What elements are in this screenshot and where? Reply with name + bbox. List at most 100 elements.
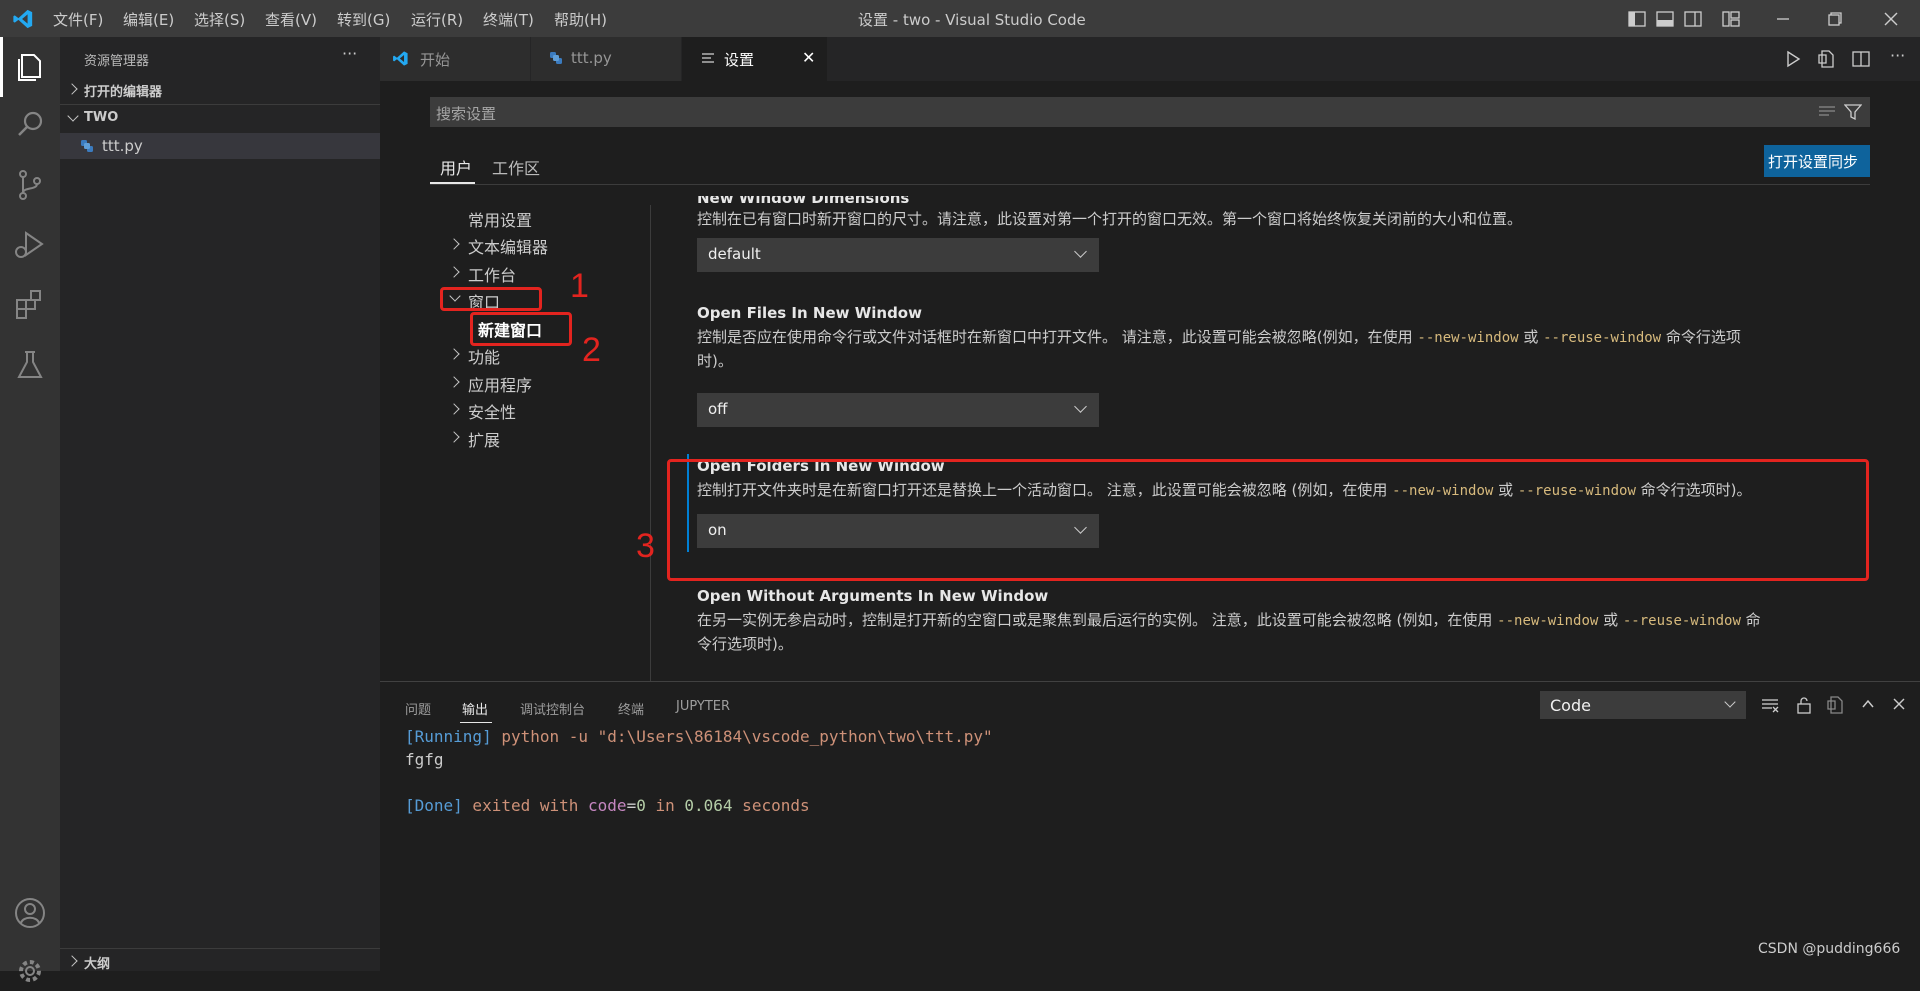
tab-ttt-py[interactable]: ttt.py <box>531 37 682 81</box>
toggle-secondary-sidebar-icon[interactable] <box>1684 10 1702 28</box>
clear-output-icon[interactable] <box>1761 697 1779 713</box>
open-settings-json-icon[interactable] <box>1818 50 1836 68</box>
code-new-window: --new-window <box>1497 613 1599 629</box>
menu-view[interactable]: 查看(V) <box>265 9 317 30</box>
output-tab-underline <box>460 722 492 723</box>
setting-title: New Window Dimensions <box>697 196 910 207</box>
panel-tab-problems[interactable]: 问题 <box>405 699 431 718</box>
chevron-down-icon <box>1074 400 1087 413</box>
minimize-icon[interactable] <box>1774 10 1792 28</box>
new-window-dimensions-select[interactable]: default <box>697 238 1099 272</box>
annotation-box-3 <box>667 459 1869 581</box>
open-settings-sync-button[interactable]: 打开设置同步 <box>1764 145 1870 177</box>
split-editor-icon[interactable] <box>1852 50 1870 68</box>
command-text: python -u "d:\Users\86184\vscode_python\… <box>491 727 993 746</box>
menu-selection[interactable]: 选择(S) <box>194 9 245 30</box>
lock-scroll-icon[interactable] <box>1796 696 1812 714</box>
menu-help[interactable]: 帮助(H) <box>554 9 607 30</box>
accounts-icon[interactable] <box>10 893 50 933</box>
toc-application[interactable]: 应用程序 <box>468 372 532 396</box>
close-tab-icon[interactable]: ✕ <box>802 48 815 67</box>
menu-terminal[interactable]: 终端(T) <box>483 9 534 30</box>
desc-text: 命令行选项 <box>1661 328 1741 346</box>
python-file-icon <box>550 52 562 64</box>
tab-label: 开始 <box>420 51 451 69</box>
chevron-right-icon <box>448 266 460 278</box>
source-control-icon[interactable] <box>10 165 50 205</box>
desc-text: 时)。 <box>697 352 733 370</box>
running-tag: [Running] <box>405 727 492 746</box>
close-panel-icon[interactable] <box>1893 698 1905 710</box>
annotation-box-1 <box>440 287 542 311</box>
panel-tab-terminal[interactable]: 终端 <box>618 699 644 718</box>
annotation-number-1: 1 <box>570 267 589 305</box>
toc-text-editor[interactable]: 文本编辑器 <box>468 234 548 258</box>
extensions-icon[interactable] <box>10 285 50 325</box>
panel-tab-output[interactable]: 输出 <box>462 699 488 718</box>
close-window-icon[interactable] <box>1882 10 1900 28</box>
menu-file[interactable]: 文件(F) <box>53 9 103 30</box>
sync-button-label: 打开设置同步 <box>1768 153 1859 171</box>
annotation-number-2: 2 <box>582 331 601 369</box>
restore-icon[interactable] <box>1826 10 1844 28</box>
folder-two-section[interactable]: TWO <box>60 106 380 130</box>
desc-text: 控制是否应在使用命令行或文件对话框时在新窗口中打开文件。 请注意，此设置可能会被… <box>697 328 1418 346</box>
vscode-logo-icon <box>393 51 408 66</box>
python-file-icon <box>81 140 93 152</box>
run-debug-icon[interactable] <box>10 225 50 265</box>
panel-tab-jupyter[interactable]: JUPYTER <box>676 699 730 714</box>
setting-title: Open Without Arguments In New Window <box>697 587 1049 605</box>
more-actions-icon[interactable]: ··· <box>342 44 357 63</box>
menu-edit[interactable]: 编辑(E) <box>123 9 174 30</box>
settings-editor: 搜索设置 用户 工作区 打开设置同步 常用设置 文本编辑器 工作台 窗口 新建窗… <box>380 81 1920 681</box>
explorer-icon[interactable] <box>10 47 50 87</box>
chevron-right-icon <box>448 348 460 360</box>
output-channel-select[interactable]: Code <box>1540 691 1746 719</box>
file-ttt-py[interactable]: ttt.py <box>60 133 380 159</box>
outline-section[interactable]: 大纲 <box>60 950 380 972</box>
run-play-icon[interactable] <box>1784 50 1802 68</box>
more-actions-icon[interactable]: ··· <box>1890 46 1905 65</box>
menu-run[interactable]: 运行(R) <box>411 9 463 30</box>
settings-list: New Window Dimensions 控制在已有窗口时新开窗口的尺寸。请注… <box>651 196 1920 681</box>
setting-description: 在另一实例无参启动时，控制是打开新的空窗口或是聚焦到最后运行的实例。 注意，此设… <box>697 609 1857 656</box>
setting-description: 控制是否应在使用命令行或文件对话框时在新窗口中打开文件。 请注意，此设置可能会被… <box>697 326 1827 373</box>
panel-tab-debug-console[interactable]: 调试控制台 <box>520 699 585 718</box>
open-log-file-icon[interactable] <box>1827 696 1845 714</box>
desc-text: 命 <box>1740 611 1761 629</box>
search-icon[interactable] <box>10 105 50 145</box>
open-files-in-new-window-select[interactable]: off <box>697 393 1099 427</box>
chevron-right-icon <box>448 431 460 443</box>
tab-welcome[interactable]: 开始 <box>380 37 531 81</box>
file-name: ttt.py <box>102 137 143 155</box>
time-value: 0.064 <box>684 796 733 815</box>
manage-gear-icon[interactable] <box>10 951 50 991</box>
tab-label: 设置 <box>724 51 755 69</box>
code-reuse-window: --reuse-window <box>1543 330 1662 346</box>
filter-icon[interactable] <box>1844 104 1862 120</box>
open-editors-section[interactable]: 打开的编辑器 <box>60 77 380 101</box>
search-placeholder: 搜索设置 <box>436 105 497 123</box>
menu-go[interactable]: 转到(G) <box>337 9 390 30</box>
testing-flask-icon[interactable] <box>10 345 50 385</box>
toc-workbench[interactable]: 工作台 <box>468 262 516 286</box>
output-panel: 问题 输出 调试控制台 终端 JUPYTER Code [Running] py… <box>380 681 1920 972</box>
toggle-primary-sidebar-icon[interactable] <box>1628 10 1646 28</box>
open-editors-label: 打开的编辑器 <box>84 85 163 100</box>
tab-workspace[interactable]: 工作区 <box>492 155 540 179</box>
customize-layout-icon[interactable] <box>1722 10 1740 28</box>
clear-filter-icon[interactable] <box>1818 104 1836 120</box>
maximize-panel-chevron-up-icon[interactable] <box>1861 698 1875 710</box>
chevron-right-icon <box>448 403 460 415</box>
toc-features[interactable]: 功能 <box>468 344 500 368</box>
toggle-panel-icon[interactable] <box>1656 10 1674 28</box>
toc-extensions[interactable]: 扩展 <box>468 427 500 451</box>
toc-security[interactable]: 安全性 <box>468 399 516 423</box>
tab-user[interactable]: 用户 <box>440 155 472 179</box>
seconds-text: seconds <box>732 796 810 815</box>
exited-text: exited with <box>462 796 589 815</box>
search-settings-input[interactable]: 搜索设置 <box>430 97 1870 127</box>
toc-common[interactable]: 常用设置 <box>468 207 532 231</box>
tab-settings[interactable]: 设置 ✕ <box>682 37 828 81</box>
desc-text: 或 <box>1598 611 1623 629</box>
